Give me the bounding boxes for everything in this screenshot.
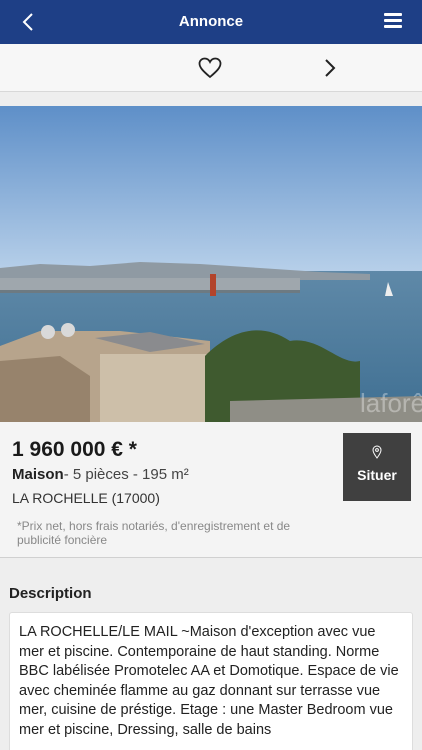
listing-info: 1 960 000 € * Maison- 5 pièces - 195 m² …: [0, 422, 422, 558]
heart-outline-icon[interactable]: [198, 56, 222, 80]
svg-text:laforê: laforê: [360, 388, 422, 418]
property-photo[interactable]: laforê: [0, 106, 422, 422]
description-title: Description: [9, 585, 92, 602]
page-title: Annonce: [178, 13, 244, 30]
hamburger-menu-icon[interactable]: [384, 13, 402, 29]
property-summary: Maison- 5 pièces - 195 m²: [12, 466, 189, 483]
situer-button[interactable]: Situer: [343, 433, 411, 501]
price: 1 960 000 € *: [12, 438, 137, 461]
action-bar: [0, 44, 422, 92]
top-bar: Annonce: [0, 0, 422, 44]
property-type: Maison: [12, 466, 64, 483]
description-text: LA ROCHELLE/LE MAIL ~Maison d'exception …: [19, 624, 399, 738]
situer-label: Situer: [357, 467, 397, 483]
chevron-right-icon[interactable]: [320, 56, 340, 80]
price-note: *Prix net, hors frais notariés, d'enregi…: [17, 519, 291, 547]
property-details: - 5 pièces - 195 m²: [63, 466, 189, 483]
map-pin-icon: [372, 445, 382, 459]
chevron-left-icon[interactable]: [18, 11, 40, 33]
description-box: LA ROCHELLE/LE MAIL ~Maison d'exception …: [9, 612, 413, 750]
property-city: LA ROCHELLE (17000): [12, 490, 160, 506]
